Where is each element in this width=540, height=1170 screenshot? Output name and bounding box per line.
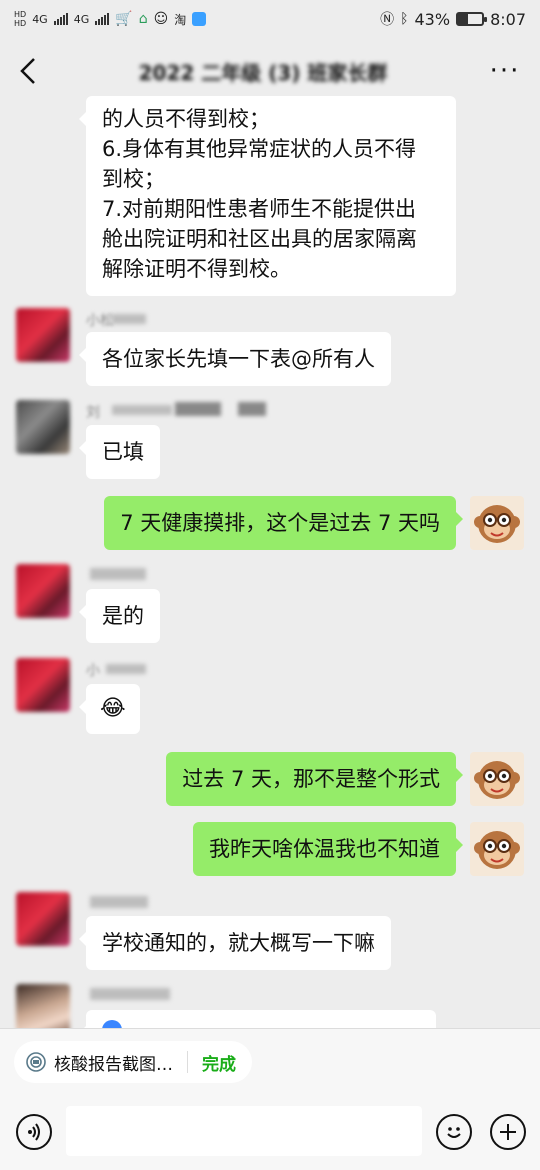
voice-button[interactable] <box>16 1114 52 1150</box>
sender-name-censor <box>112 314 146 324</box>
plus-icon <box>500 1124 516 1140</box>
back-button[interactable] <box>0 38 56 104</box>
taobao-icon: 淘 <box>174 12 187 27</box>
message-line: 6.身体有其他异常症状的人员不得 <box>102 137 417 161</box>
quick-reply-bar: 核酸报告截图… 完成 <box>0 1028 540 1094</box>
signal-4g-icon: 4G <box>32 12 48 26</box>
battery-fill <box>458 14 469 24</box>
message-line: 的人员不得到校； <box>102 107 270 131</box>
form-icon <box>26 1052 46 1072</box>
monkey-avatar-icon <box>474 831 520 869</box>
avatar-self[interactable] <box>470 752 524 806</box>
sender-name-censor <box>90 896 148 908</box>
sender-name: 小松 <box>86 313 114 329</box>
message-input[interactable] <box>66 1106 422 1156</box>
sender-name-censor <box>175 402 221 416</box>
bluetooth-icon: ᛒ <box>400 11 409 27</box>
message-bubble-outgoing[interactable]: 过去 7 天，那不是整个形式 <box>166 752 463 806</box>
status-left: HD HD 4G 4G 🛒 ⌂ ☺ 淘 <box>14 10 207 28</box>
done-button[interactable]: 完成 <box>202 1050 236 1075</box>
avatar[interactable] <box>16 400 70 454</box>
nucleic-report-tag[interactable]: 核酸报告截图… 完成 <box>14 1041 252 1083</box>
sender-name: 小 <box>86 663 100 679</box>
more-options-button[interactable]: ··· <box>470 56 540 86</box>
sender-name-censor <box>112 405 172 415</box>
add-button[interactable] <box>490 1114 526 1150</box>
battery-icon <box>456 12 488 26</box>
avatar-self[interactable] <box>470 496 524 550</box>
signal-bars-icon-2 <box>95 13 110 25</box>
message-bubble-incoming[interactable]: 的人员不得到校； 6.身体有其他异常症状的人员不得 到校； 7.对前期阳性患者师… <box>79 96 456 296</box>
status-bar: HD HD 4G 4G 🛒 ⌂ ☺ 淘 Ⓝ ᛒ 43% 8:07 <box>0 0 540 38</box>
message-line: 舱出院证明和社区出具的居家隔离 <box>102 227 417 251</box>
message-line: 解除证明不得到校。 <box>102 257 291 281</box>
sender-name-censor <box>90 568 146 580</box>
battery-percent: 43% <box>414 9 451 29</box>
smiley-icon <box>447 1127 461 1138</box>
sender-name-censor <box>238 402 266 416</box>
message-line: 7.对前期阳性患者师生不能提供出 <box>102 197 417 221</box>
chat-header: 2022 二年级 (3) 班家长群 ··· <box>0 38 540 104</box>
cart-icon: 🛒 <box>115 11 133 27</box>
hd-icon: HD HD <box>14 10 27 28</box>
message-bubble-incoming[interactable]: 是的 <box>79 589 160 643</box>
sender-name: 刘 <box>86 405 100 421</box>
message-bubble-outgoing[interactable]: 7 天健康摸排，这个是过去 7 天吗 <box>104 496 463 550</box>
avatar[interactable] <box>16 308 70 362</box>
input-bar <box>0 1094 540 1170</box>
signal-4g-icon-2: 4G <box>73 12 90 26</box>
avatar[interactable] <box>16 892 70 946</box>
sender-name-censor <box>90 988 170 1000</box>
divider <box>187 1051 188 1073</box>
monkey-avatar-icon <box>474 761 520 799</box>
status-right: Ⓝ ᛒ 43% 8:07 <box>380 9 526 29</box>
tag-label: 核酸报告截图… <box>54 1054 173 1075</box>
search-app-icon <box>192 12 207 26</box>
message-bubble-incoming[interactable]: 已填 <box>79 425 160 479</box>
chat-title[interactable]: 2022 二年级 (3) 班家长群 <box>56 57 470 86</box>
monkey-avatar-icon <box>474 505 520 543</box>
message-bubble-incoming[interactable]: 学校通知的，就大概写一下嘛 <box>79 916 391 970</box>
voice-icon <box>28 1123 40 1141</box>
avatar[interactable] <box>16 564 70 618</box>
signal-bars-icon <box>53 13 68 25</box>
avatar[interactable] <box>16 658 70 712</box>
emoji-button[interactable] <box>436 1114 472 1150</box>
nfc-icon: Ⓝ <box>380 12 395 28</box>
message-bubble-incoming[interactable]: 😂 <box>79 684 140 734</box>
message-bubble-outgoing[interactable]: 我昨天啥体温我也不知道 <box>193 822 463 876</box>
avatar-self[interactable] <box>470 822 524 876</box>
qq-icon: ☺ <box>153 11 169 27</box>
clock: 8:07 <box>490 9 526 29</box>
shop-icon: ⌂ <box>138 11 148 27</box>
chevron-left-icon <box>20 58 35 84</box>
sender-name-censor <box>106 664 146 674</box>
message-bubble-incoming[interactable]: 各位家长先填一下表@所有人 <box>79 332 391 386</box>
message-line: 到校； <box>102 167 165 191</box>
